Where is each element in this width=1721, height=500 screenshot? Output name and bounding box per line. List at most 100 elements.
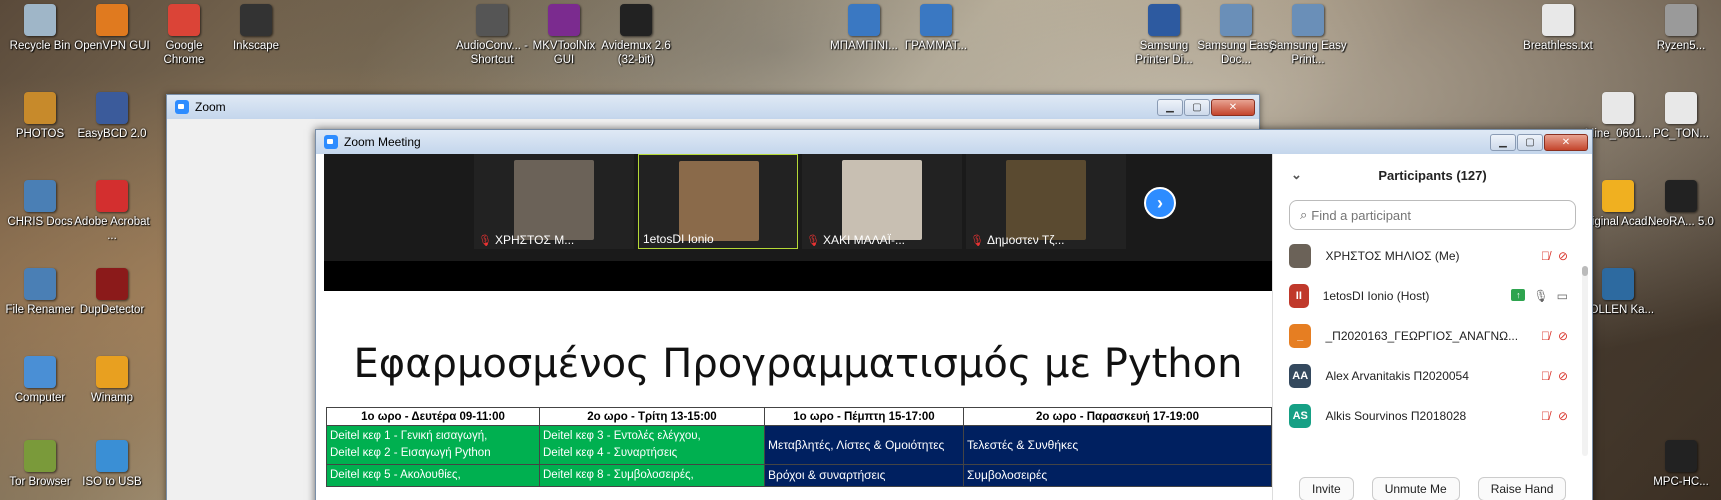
desktop-icon[interactable]: PHOTOS [0, 92, 80, 141]
video-tile[interactable]: 🎙 Δημοστεν Τζ... [966, 154, 1126, 249]
desktop-icon[interactable]: MKVToolNix GUI [524, 4, 604, 67]
desktop-icon-label: Samsung Easy Doc... [1197, 40, 1275, 66]
invite-button[interactable]: Invite [1299, 477, 1354, 500]
table-cell: Deitel κεφ 5 - Ακολουθίες, [326, 464, 540, 487]
minimize-button[interactable]: ▁ [1490, 133, 1516, 151]
desktop-icon[interactable]: MPC-HC... [1641, 440, 1721, 489]
close-button[interactable]: ✕ [1544, 133, 1588, 151]
desktop-icon[interactable]: Samsung Easy Print... [1268, 4, 1348, 67]
desktop-icon[interactable]: Ryzen5... [1641, 4, 1721, 53]
desktop-icon[interactable]: Avidemux 2.6 (32-bit) [596, 4, 676, 67]
participant-row[interactable]: AS Alkis Sourvinos Π2018028 🎙̸ ⊘ [1273, 396, 1592, 436]
desktop-icon[interactable]: Breathless.txt [1518, 4, 1598, 53]
zoom-app-icon [324, 135, 338, 149]
desktop-icon[interactable]: Computer [0, 356, 80, 405]
participant-row[interactable]: ΧΡΗΣΤΟΣ ΜΗΛΙΟΣ (Me) 🎙̸ ⊘ [1273, 236, 1592, 276]
desktop-icon[interactable]: Winamp [72, 356, 152, 405]
participant-search[interactable]: ⌕ [1289, 200, 1576, 230]
desktop-icon[interactable]: AudioConv... - Shortcut [452, 4, 532, 67]
raise-hand-button[interactable]: Raise Hand [1477, 477, 1567, 500]
table-cell: Τελεστές & Συνθήκες [963, 425, 1272, 465]
chrome-icon [168, 4, 200, 36]
desktop-icon-label: ΜΠΑΜΠΙΝΙ... [830, 40, 898, 52]
desktop-icon[interactable]: ΜΠΑΜΠΙΝΙ... [824, 4, 904, 53]
participant-row[interactable]: AA Alex Arvanitakis Π2020054 🎙̸ ⊘ [1273, 356, 1592, 396]
desktop-icon-label: DupDetector [79, 304, 145, 316]
search-input[interactable] [1311, 207, 1542, 223]
desktop-icon[interactable]: PC_TON... [1641, 92, 1721, 141]
desktop-icon-label: ISO to USB [82, 476, 142, 488]
desktop-icon-label: PHOTOS [15, 128, 65, 140]
scrollbar[interactable] [1582, 266, 1588, 456]
avatar: _ [1289, 324, 1312, 348]
maximize-button[interactable]: ▢ [1517, 133, 1543, 151]
participant-row[interactable]: II 1etosDI Ionio (Host) ↑ 🎙 ▭ [1273, 276, 1592, 316]
next-page-arrow-icon[interactable]: › [1144, 187, 1176, 219]
desktop-icon-label: Winamp [90, 392, 134, 404]
video-tile[interactable]: 1etosDI Ionio [638, 154, 798, 249]
desktop-icon-label: Samsung Printer Di... [1135, 40, 1193, 66]
desktop-icon[interactable]: ISO to USB [72, 440, 152, 489]
desktop-icon[interactable]: CHRIS Docs [0, 180, 80, 229]
table-cell: Deitel κεφ 3 - Εντολές ελέγχου, Deitel κε… [539, 425, 765, 465]
desktop-icon-label: Recycle Bin [9, 40, 71, 52]
desktop-icon[interactable]: EasyBCD 2.0 [72, 92, 152, 141]
desktop-icon-label: Avidemux 2.6 (32-bit) [601, 40, 671, 66]
desktop-icon-label: MKVToolNix GUI [532, 40, 596, 66]
desktop-icon[interactable]: DupDetector [72, 268, 152, 317]
table-cell: Συμβολοσειρές [963, 464, 1272, 487]
desktop-icon-label: NeoRA... 5.0 [1648, 216, 1714, 228]
unmute-me-button[interactable]: Unmute Me [1371, 477, 1460, 500]
zoom-meeting-window[interactable]: Zoom Meeting ▁ ▢ ✕ 🎙 ΧΡΗΣΤΟΣ Μ... 1etosDI … [315, 129, 1593, 500]
participants-panel: ⌄ Participants (127) ⌕ ΧΡΗΣΤΟΣ ΜΗΛΙΟΣ (M… [1272, 154, 1592, 500]
desktop-icon[interactable]: Samsung Printer Di... [1124, 4, 1204, 67]
desktop-icon-label: File Renamer [5, 304, 75, 316]
chevron-down-icon[interactable]: ⌄ [1291, 167, 1302, 183]
table-header: 2ο ωρο - Τρίτη 13-15:00 [539, 407, 765, 426]
desktop-icon[interactable]: File Renamer [0, 268, 80, 317]
desktop-icon[interactable]: Adobe Acrobat ... [72, 180, 152, 243]
participants-title: Participants (127) [1378, 167, 1487, 183]
folder-icon [24, 92, 56, 124]
video-off-icon: ⊘ [1557, 329, 1568, 343]
desktop-icon[interactable]: Recycle Bin [0, 4, 80, 53]
participants-header: ⌄ Participants (127) [1273, 154, 1592, 196]
desktop-icon[interactable]: OpenVPN GUI [72, 4, 152, 53]
mic-icon: 🎙 [1533, 289, 1549, 303]
video-strip: 🎙 ΧΡΗΣΤΟΣ Μ... 1etosDI Ionio 🎙 ΧΑΚΙ ΜΑΛΑΪ-..… [324, 154, 1272, 261]
participant-name: 1etosDI Ionio (Host) [1322, 289, 1430, 303]
participant-name: Alex Arvanitakis Π2020054 [1325, 369, 1469, 383]
desktop-icon[interactable]: Tor Browser [0, 440, 80, 489]
desktop-icon[interactable]: Samsung Easy Doc... [1196, 4, 1276, 67]
openvpn-icon [96, 4, 128, 36]
minimize-button[interactable]: ▁ [1157, 98, 1183, 116]
desktop-icon-label: Computer [14, 392, 66, 404]
mic-muted-icon: 🎙̸ [1540, 329, 1550, 343]
participant-row[interactable]: _ _Π2020163_ΓΕΩΡΓΙΟΣ_ΑΝΑΓΝΩ... 🎙̸ ⊘ [1273, 316, 1592, 356]
video-tile-name: 🎙 ΧΡΗΣΤΟΣ Μ... [478, 233, 575, 247]
video-tile-name: 🎙 Δημοστεν Τζ... [970, 233, 1065, 247]
participants-footer: Invite Unmute Me Raise Hand [1273, 470, 1592, 500]
text-file-icon [1542, 4, 1574, 36]
participant-video [679, 161, 759, 241]
document-shortcut-icon [920, 4, 952, 36]
zoom-main-titlebar[interactable]: Zoom ▁ ▢ ✕ [167, 95, 1259, 119]
video-tile[interactable]: 🎙 ΧΑΚΙ ΜΑΛΑΪ-... [802, 154, 962, 249]
desktop-icon[interactable]: Inkscape [216, 4, 296, 53]
desktop-icon[interactable]: NeoRA... 5.0 [1641, 180, 1721, 229]
meeting-titlebar[interactable]: Zoom Meeting ▁ ▢ ✕ [316, 130, 1592, 154]
recycle-bin-icon [24, 4, 56, 36]
video-tile[interactable]: 🎙 ΧΡΗΣΤΟΣ Μ... [474, 154, 634, 249]
shortcut-icon [1602, 268, 1634, 300]
mic-muted-icon: 🎙̸ [1540, 409, 1550, 423]
close-button[interactable]: ✕ [1211, 98, 1255, 116]
shortcut-icon [1602, 180, 1634, 212]
desktop-icon-label: Breathless.txt [1523, 40, 1593, 52]
desktop-icon[interactable]: ΓΡΑΜΜΑΤ... [896, 4, 976, 53]
desktop-icon[interactable]: Google Chrome [144, 4, 224, 67]
desktop-icon-label: EasyBCD 2.0 [77, 128, 147, 140]
table-cell: Deitel κεφ 8 - Συμβολοσειρές, [539, 464, 765, 487]
maximize-button[interactable]: ▢ [1184, 98, 1210, 116]
zoom-window-title: Zoom [195, 100, 226, 114]
participant-video [842, 160, 922, 240]
